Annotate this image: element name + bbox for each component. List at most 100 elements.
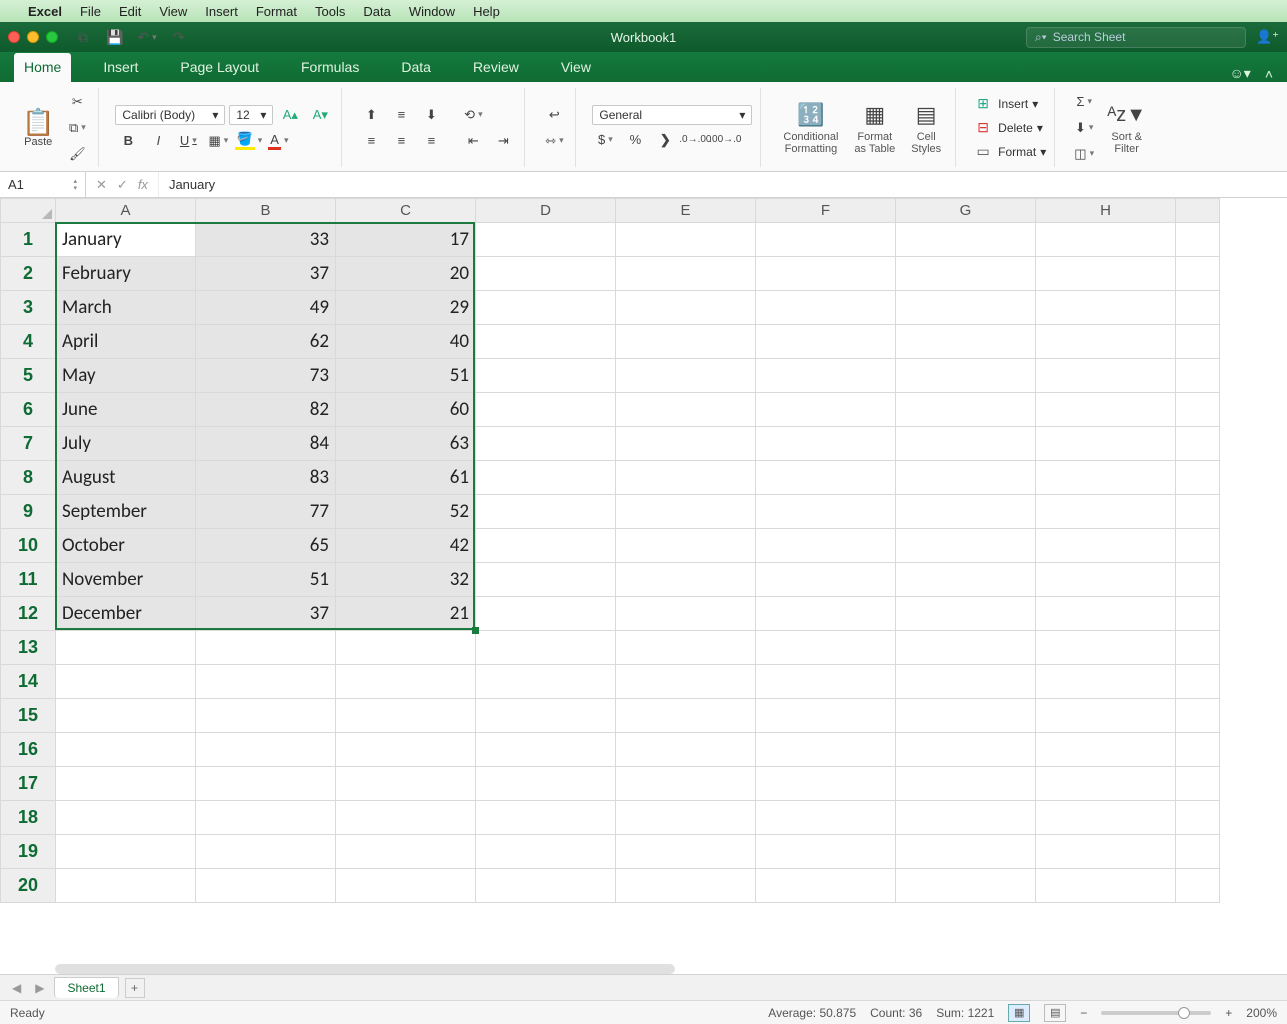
cell[interactable] (756, 291, 896, 325)
row-header[interactable]: 13 (1, 631, 56, 665)
cell[interactable] (1036, 869, 1176, 903)
cell[interactable] (896, 665, 1036, 699)
cell[interactable] (616, 699, 756, 733)
col-header-E[interactable]: E (616, 199, 756, 223)
zoom-slider[interactable] (1101, 1011, 1211, 1015)
cell[interactable] (476, 699, 616, 733)
conditional-formatting-button[interactable]: 🔢Conditional Formatting (777, 99, 844, 157)
cell[interactable]: 84 (196, 427, 336, 461)
cell[interactable] (1176, 631, 1220, 665)
currency-button[interactable]: $ (592, 129, 618, 151)
cell[interactable] (1176, 869, 1220, 903)
font-size-select[interactable]: 12▾ (229, 105, 273, 125)
tab-formulas[interactable]: Formulas (291, 53, 369, 82)
cell[interactable] (896, 223, 1036, 257)
cell[interactable] (1036, 495, 1176, 529)
percent-button[interactable]: % (622, 129, 648, 151)
cell[interactable]: 37 (196, 257, 336, 291)
cell[interactable] (756, 835, 896, 869)
zoom-out-button[interactable]: − (1080, 1006, 1087, 1020)
row-header[interactable]: 6 (1, 393, 56, 427)
decrease-indent-button[interactable]: ⇤ (460, 130, 486, 152)
cell[interactable] (896, 767, 1036, 801)
close-window-button[interactable] (8, 31, 20, 43)
row-header[interactable]: 18 (1, 801, 56, 835)
cell[interactable] (756, 631, 896, 665)
cell[interactable] (1036, 359, 1176, 393)
col-header-F[interactable]: F (756, 199, 896, 223)
cell[interactable] (756, 393, 896, 427)
cell[interactable] (336, 835, 476, 869)
tab-insert[interactable]: Insert (93, 53, 148, 82)
align-bottom-button[interactable]: ⬇ (418, 104, 444, 126)
cell[interactable]: July (56, 427, 196, 461)
align-center-button[interactable]: ≡ (388, 130, 414, 152)
cell[interactable] (56, 665, 196, 699)
sort-filter-button[interactable]: ᴬz▼Sort & Filter (1101, 99, 1152, 157)
zoom-level[interactable]: 200% (1246, 1006, 1277, 1020)
increase-font-button[interactable]: A▴ (277, 104, 303, 126)
cell[interactable] (1036, 257, 1176, 291)
row-header[interactable]: 15 (1, 699, 56, 733)
app-name[interactable]: Excel (28, 4, 62, 19)
cell[interactable] (1036, 223, 1176, 257)
menu-insert[interactable]: Insert (205, 4, 238, 19)
cell[interactable] (896, 257, 1036, 291)
menu-file[interactable]: File (80, 4, 101, 19)
fill-button[interactable]: ⬇ (1071, 117, 1097, 139)
cell[interactable] (896, 495, 1036, 529)
copy-button[interactable]: ⧉ (64, 117, 90, 139)
cell[interactable] (896, 393, 1036, 427)
cell[interactable] (1176, 461, 1220, 495)
cell[interactable] (336, 801, 476, 835)
cell[interactable] (896, 869, 1036, 903)
cell[interactable] (756, 733, 896, 767)
sheet-nav-prev[interactable]: ◀ (8, 981, 25, 995)
col-header-D[interactable]: D (476, 199, 616, 223)
row-header[interactable]: 20 (1, 869, 56, 903)
cell[interactable]: 17 (336, 223, 476, 257)
cell[interactable]: March (56, 291, 196, 325)
cell[interactable] (476, 495, 616, 529)
cell[interactable] (616, 733, 756, 767)
italic-button[interactable]: I (145, 130, 171, 152)
cell[interactable] (616, 257, 756, 291)
tab-view[interactable]: View (551, 53, 601, 82)
cell[interactable] (896, 529, 1036, 563)
cell[interactable] (1036, 835, 1176, 869)
cell[interactable] (476, 257, 616, 291)
cell[interactable]: November (56, 563, 196, 597)
cell[interactable] (616, 631, 756, 665)
autosum-button[interactable]: Σ (1071, 91, 1097, 113)
cell[interactable]: May (56, 359, 196, 393)
cell[interactable] (476, 665, 616, 699)
formula-input[interactable]: January (159, 177, 1287, 192)
row-header[interactable]: 3 (1, 291, 56, 325)
increase-indent-button[interactable]: ⇥ (490, 130, 516, 152)
cell[interactable]: 61 (336, 461, 476, 495)
cell[interactable]: 73 (196, 359, 336, 393)
merge-button[interactable]: ⇿ (541, 130, 567, 152)
row-header[interactable]: 1 (1, 223, 56, 257)
search-sheet-field[interactable]: ⌕▾ Search Sheet (1026, 27, 1246, 48)
cell[interactable] (196, 767, 336, 801)
cell[interactable] (896, 631, 1036, 665)
cell[interactable] (56, 835, 196, 869)
cell[interactable] (756, 665, 896, 699)
cell[interactable] (1036, 631, 1176, 665)
cell[interactable] (756, 461, 896, 495)
cell[interactable] (1176, 223, 1220, 257)
cell[interactable] (336, 631, 476, 665)
cell[interactable] (896, 563, 1036, 597)
fill-color-button[interactable]: 🪣 (235, 130, 261, 152)
cell[interactable] (476, 529, 616, 563)
cell[interactable] (1036, 291, 1176, 325)
collapse-ribbon-icon[interactable]: ˄ (1265, 66, 1273, 82)
cell[interactable] (756, 325, 896, 359)
cell[interactable] (896, 291, 1036, 325)
cell[interactable] (476, 291, 616, 325)
menu-format[interactable]: Format (256, 4, 297, 19)
cell[interactable] (1176, 563, 1220, 597)
add-sheet-button[interactable]: + (125, 978, 145, 998)
cell[interactable] (476, 223, 616, 257)
